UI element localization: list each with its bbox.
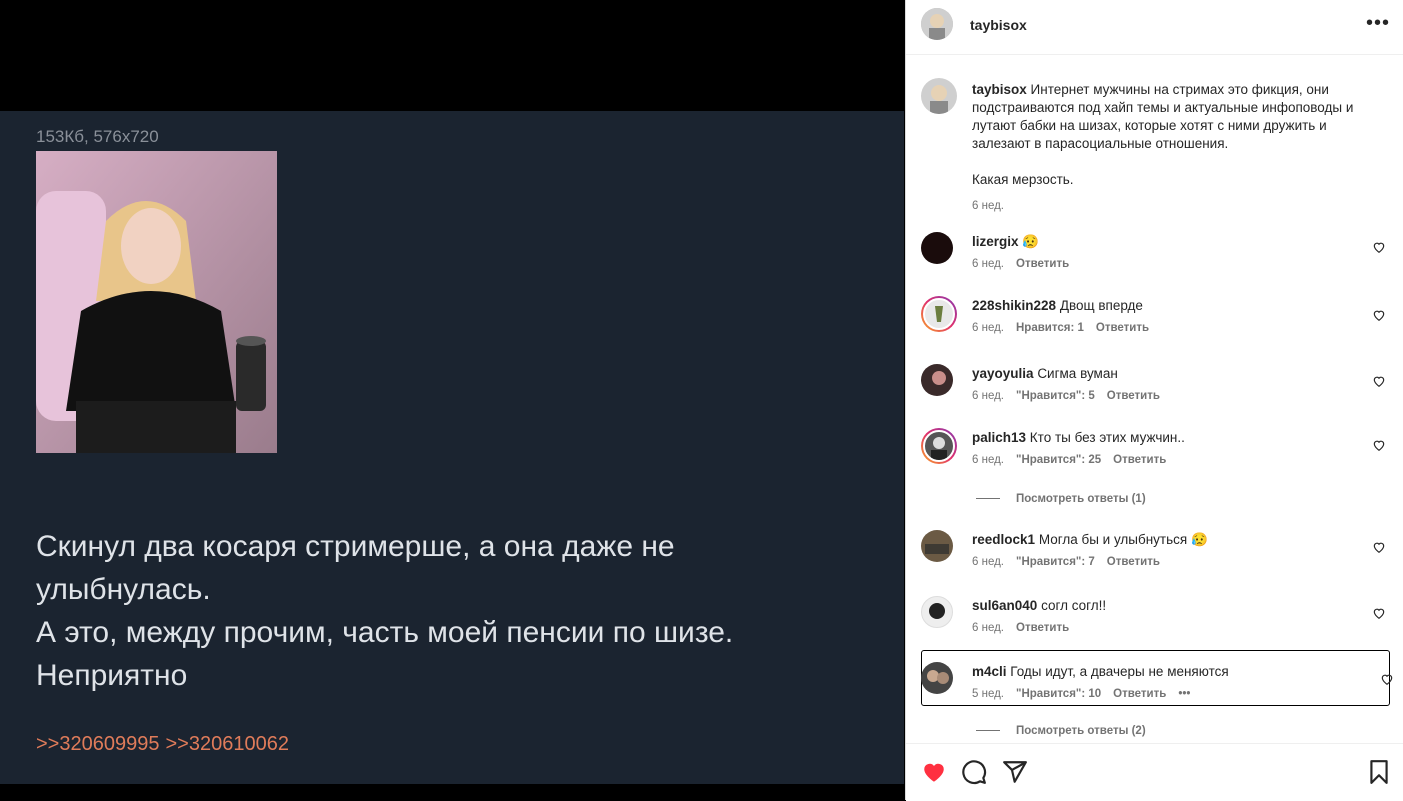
- comment-username[interactable]: yayoyulia: [972, 366, 1034, 381]
- more-options-icon[interactable]: •••: [1178, 688, 1190, 700]
- avatar[interactable]: [921, 232, 953, 264]
- comment: 228shikin228 Двощ вперде 6 нед. Нравится:…: [921, 296, 1386, 346]
- avatar[interactable]: [921, 428, 957, 464]
- likes-count[interactable]: Нравится: 1: [1016, 322, 1084, 334]
- avatar[interactable]: [921, 662, 953, 694]
- post-text: Скинул два косаря стримерше, а она даже …: [36, 530, 734, 692]
- avatar[interactable]: [921, 530, 953, 562]
- comment-username[interactable]: lizergix: [972, 234, 1019, 249]
- reply-button[interactable]: Ответить: [1016, 622, 1069, 634]
- header-username[interactable]: taybisox: [970, 17, 1027, 33]
- avatar[interactable]: [921, 364, 953, 396]
- post-header: taybisox •••: [906, 0, 1403, 55]
- caption-username[interactable]: taybisox: [972, 82, 1027, 97]
- more-options-icon[interactable]: •••: [1366, 12, 1390, 35]
- comment: m4cli Годы идут, а двачеры не меняются 5…: [921, 662, 1393, 712]
- like-comment-icon[interactable]: [1372, 308, 1386, 322]
- comment-time: 6 нед.: [972, 622, 1004, 634]
- likes-count[interactable]: "Нравится": 5: [1016, 390, 1095, 402]
- comment-time: 6 нед.: [972, 390, 1004, 402]
- likes-count[interactable]: "Нравится": 7: [1016, 556, 1095, 568]
- reply-button[interactable]: Ответить: [1107, 390, 1160, 402]
- like-comment-icon[interactable]: [1372, 606, 1386, 620]
- comment: lizergix 😥 6 нед. Ответить: [921, 232, 1386, 282]
- avatar[interactable]: [921, 8, 953, 40]
- avatar[interactable]: [921, 596, 953, 628]
- post-photo: [36, 151, 277, 453]
- reply-button[interactable]: Ответить: [1107, 556, 1160, 568]
- comment: sul6an040 согл согл!! 6 нед. Ответить: [921, 596, 1386, 646]
- comment-username[interactable]: sul6an040: [972, 598, 1037, 613]
- reply-button[interactable]: Ответить: [1113, 688, 1166, 700]
- comment-text: Кто ты без этих мужчин..: [1029, 430, 1185, 445]
- comment-time: 6 нед.: [972, 454, 1004, 466]
- bookmark-icon[interactable]: [1366, 759, 1392, 785]
- comment-time: 6 нед.: [972, 556, 1004, 568]
- reply-button[interactable]: Ответить: [1113, 454, 1166, 466]
- comment-username[interactable]: 228shikin228: [972, 298, 1056, 313]
- comment-text: согл согл!!: [1041, 598, 1107, 613]
- caption-text-2: Какая мерзость.: [972, 172, 1074, 187]
- like-comment-icon[interactable]: [1372, 540, 1386, 554]
- comment-text: Годы идут, а двачеры не меняются: [1010, 664, 1229, 679]
- comment-text: Двощ вперде: [1059, 298, 1143, 313]
- comments-panel: taybisox ••• taybisox Интернет мужчины н…: [905, 0, 1403, 801]
- like-comment-icon[interactable]: [1372, 240, 1386, 254]
- comment: palich13 Кто ты без этих мужчин.. 6 нед.…: [921, 428, 1386, 478]
- reply-links: >>320609995 >>320610062: [36, 733, 295, 756]
- likes-count[interactable]: "Нравится": 25: [1016, 454, 1101, 466]
- reply-link[interactable]: >>320609995: [36, 733, 159, 755]
- like-comment-icon[interactable]: [1380, 672, 1394, 686]
- comment-text: Сигма вуман: [1037, 366, 1118, 381]
- comment: reedlock1 Могла бы и улыбнуться 😥 6 нед.…: [921, 530, 1386, 580]
- like-comment-icon[interactable]: [1372, 438, 1386, 452]
- comment: yayoyulia Сигма вуман 6 нед. "Нравится": …: [921, 364, 1386, 414]
- comment-icon[interactable]: [961, 759, 987, 785]
- comment-time: 6 нед.: [972, 322, 1004, 334]
- avatar[interactable]: [921, 296, 957, 332]
- comment-username[interactable]: m4cli: [972, 664, 1007, 679]
- comment-time: 6 нед.: [972, 258, 1004, 270]
- view-replies-button[interactable]: Посмотреть ответы (1): [976, 493, 1146, 505]
- reply-button[interactable]: Ответить: [1096, 322, 1149, 334]
- comment-username[interactable]: palich13: [972, 430, 1026, 445]
- media-area: 153Кб, 576x720 Скинул два косаря стример…: [0, 0, 904, 800]
- likes-count[interactable]: "Нравится": 10: [1016, 688, 1101, 700]
- action-bar: [906, 743, 1403, 801]
- share-icon[interactable]: [1002, 759, 1028, 785]
- comment-text: Могла бы и улыбнуться 😥: [1038, 532, 1208, 547]
- caption-text: Интернет мужчины на стримах это фикция, …: [972, 82, 1354, 151]
- caption-time: 6 нед.: [972, 200, 1004, 212]
- comment-time: 5 нед.: [972, 688, 1004, 700]
- avatar[interactable]: [921, 78, 957, 114]
- comment-username[interactable]: reedlock1: [972, 532, 1035, 547]
- heart-icon[interactable]: [921, 759, 947, 785]
- reply-button[interactable]: Ответить: [1016, 258, 1069, 270]
- image-meta: 153Кб, 576x720: [36, 127, 159, 146]
- post-screenshot: 153Кб, 576x720 Скинул два косаря стример…: [0, 111, 904, 784]
- like-comment-icon[interactable]: [1372, 374, 1386, 388]
- view-replies-button[interactable]: Посмотреть ответы (2): [976, 725, 1146, 737]
- reply-link[interactable]: >>320610062: [165, 733, 288, 755]
- comment-text: 😥: [1022, 234, 1040, 249]
